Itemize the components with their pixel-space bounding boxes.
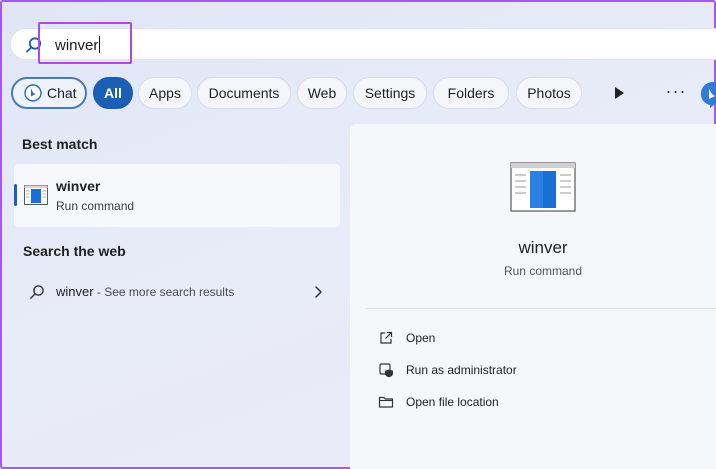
shield-admin-icon: [379, 363, 393, 378]
web-search-query: winver: [56, 284, 94, 299]
search-web-heading: Search the web: [23, 243, 126, 259]
detail-app-type: Run command: [503, 264, 583, 278]
play-icon[interactable]: [612, 85, 626, 101]
web-search-suffix: - See more search results: [93, 285, 235, 299]
open-action-label: Open: [406, 331, 436, 345]
open-external-icon: [380, 331, 393, 344]
chevron-right-icon[interactable]: [313, 285, 323, 299]
bing-chat-icon: [24, 84, 42, 102]
filter-photos[interactable]: Photos: [516, 77, 582, 109]
best-match-type: Run command: [56, 199, 135, 213]
search-icon: [30, 285, 44, 299]
selection-indicator: [14, 184, 17, 206]
chat-chip[interactable]: Chat: [11, 77, 87, 109]
folder-icon: [378, 396, 394, 408]
divider: [366, 308, 716, 309]
copilot-icon[interactable]: [698, 79, 716, 109]
detail-app-name: winver: [518, 238, 568, 257]
search-highlight-box: [38, 22, 132, 64]
filter-documents[interactable]: Documents: [197, 77, 291, 109]
open-file-location-action[interactable]: Open file location: [378, 391, 698, 413]
best-match-name: winver: [56, 178, 101, 194]
web-search-text: winver - See more search results: [56, 284, 234, 299]
run-as-admin-action[interactable]: Run as administrator: [378, 359, 698, 381]
winver-app-icon: [24, 185, 48, 205]
best-match-result[interactable]: winver Run command: [14, 164, 340, 227]
filter-settings[interactable]: Settings: [353, 77, 427, 109]
web-search-result[interactable]: winver - See more search results: [14, 275, 340, 309]
chat-chip-label: Chat: [47, 85, 77, 101]
run-as-admin-label: Run as administrator: [406, 363, 517, 377]
open-file-location-label: Open file location: [406, 395, 499, 409]
winver-app-icon: [510, 162, 576, 212]
filter-apps[interactable]: Apps: [138, 77, 192, 109]
filter-all[interactable]: All: [93, 77, 133, 109]
best-match-heading: Best match: [22, 136, 98, 152]
more-options-button[interactable]: ···: [664, 82, 688, 102]
open-action[interactable]: Open: [378, 327, 698, 349]
filter-folders[interactable]: Folders: [433, 77, 509, 109]
filter-web[interactable]: Web: [297, 77, 347, 109]
detail-panel: winver Run command Open Run as administr…: [350, 124, 716, 469]
